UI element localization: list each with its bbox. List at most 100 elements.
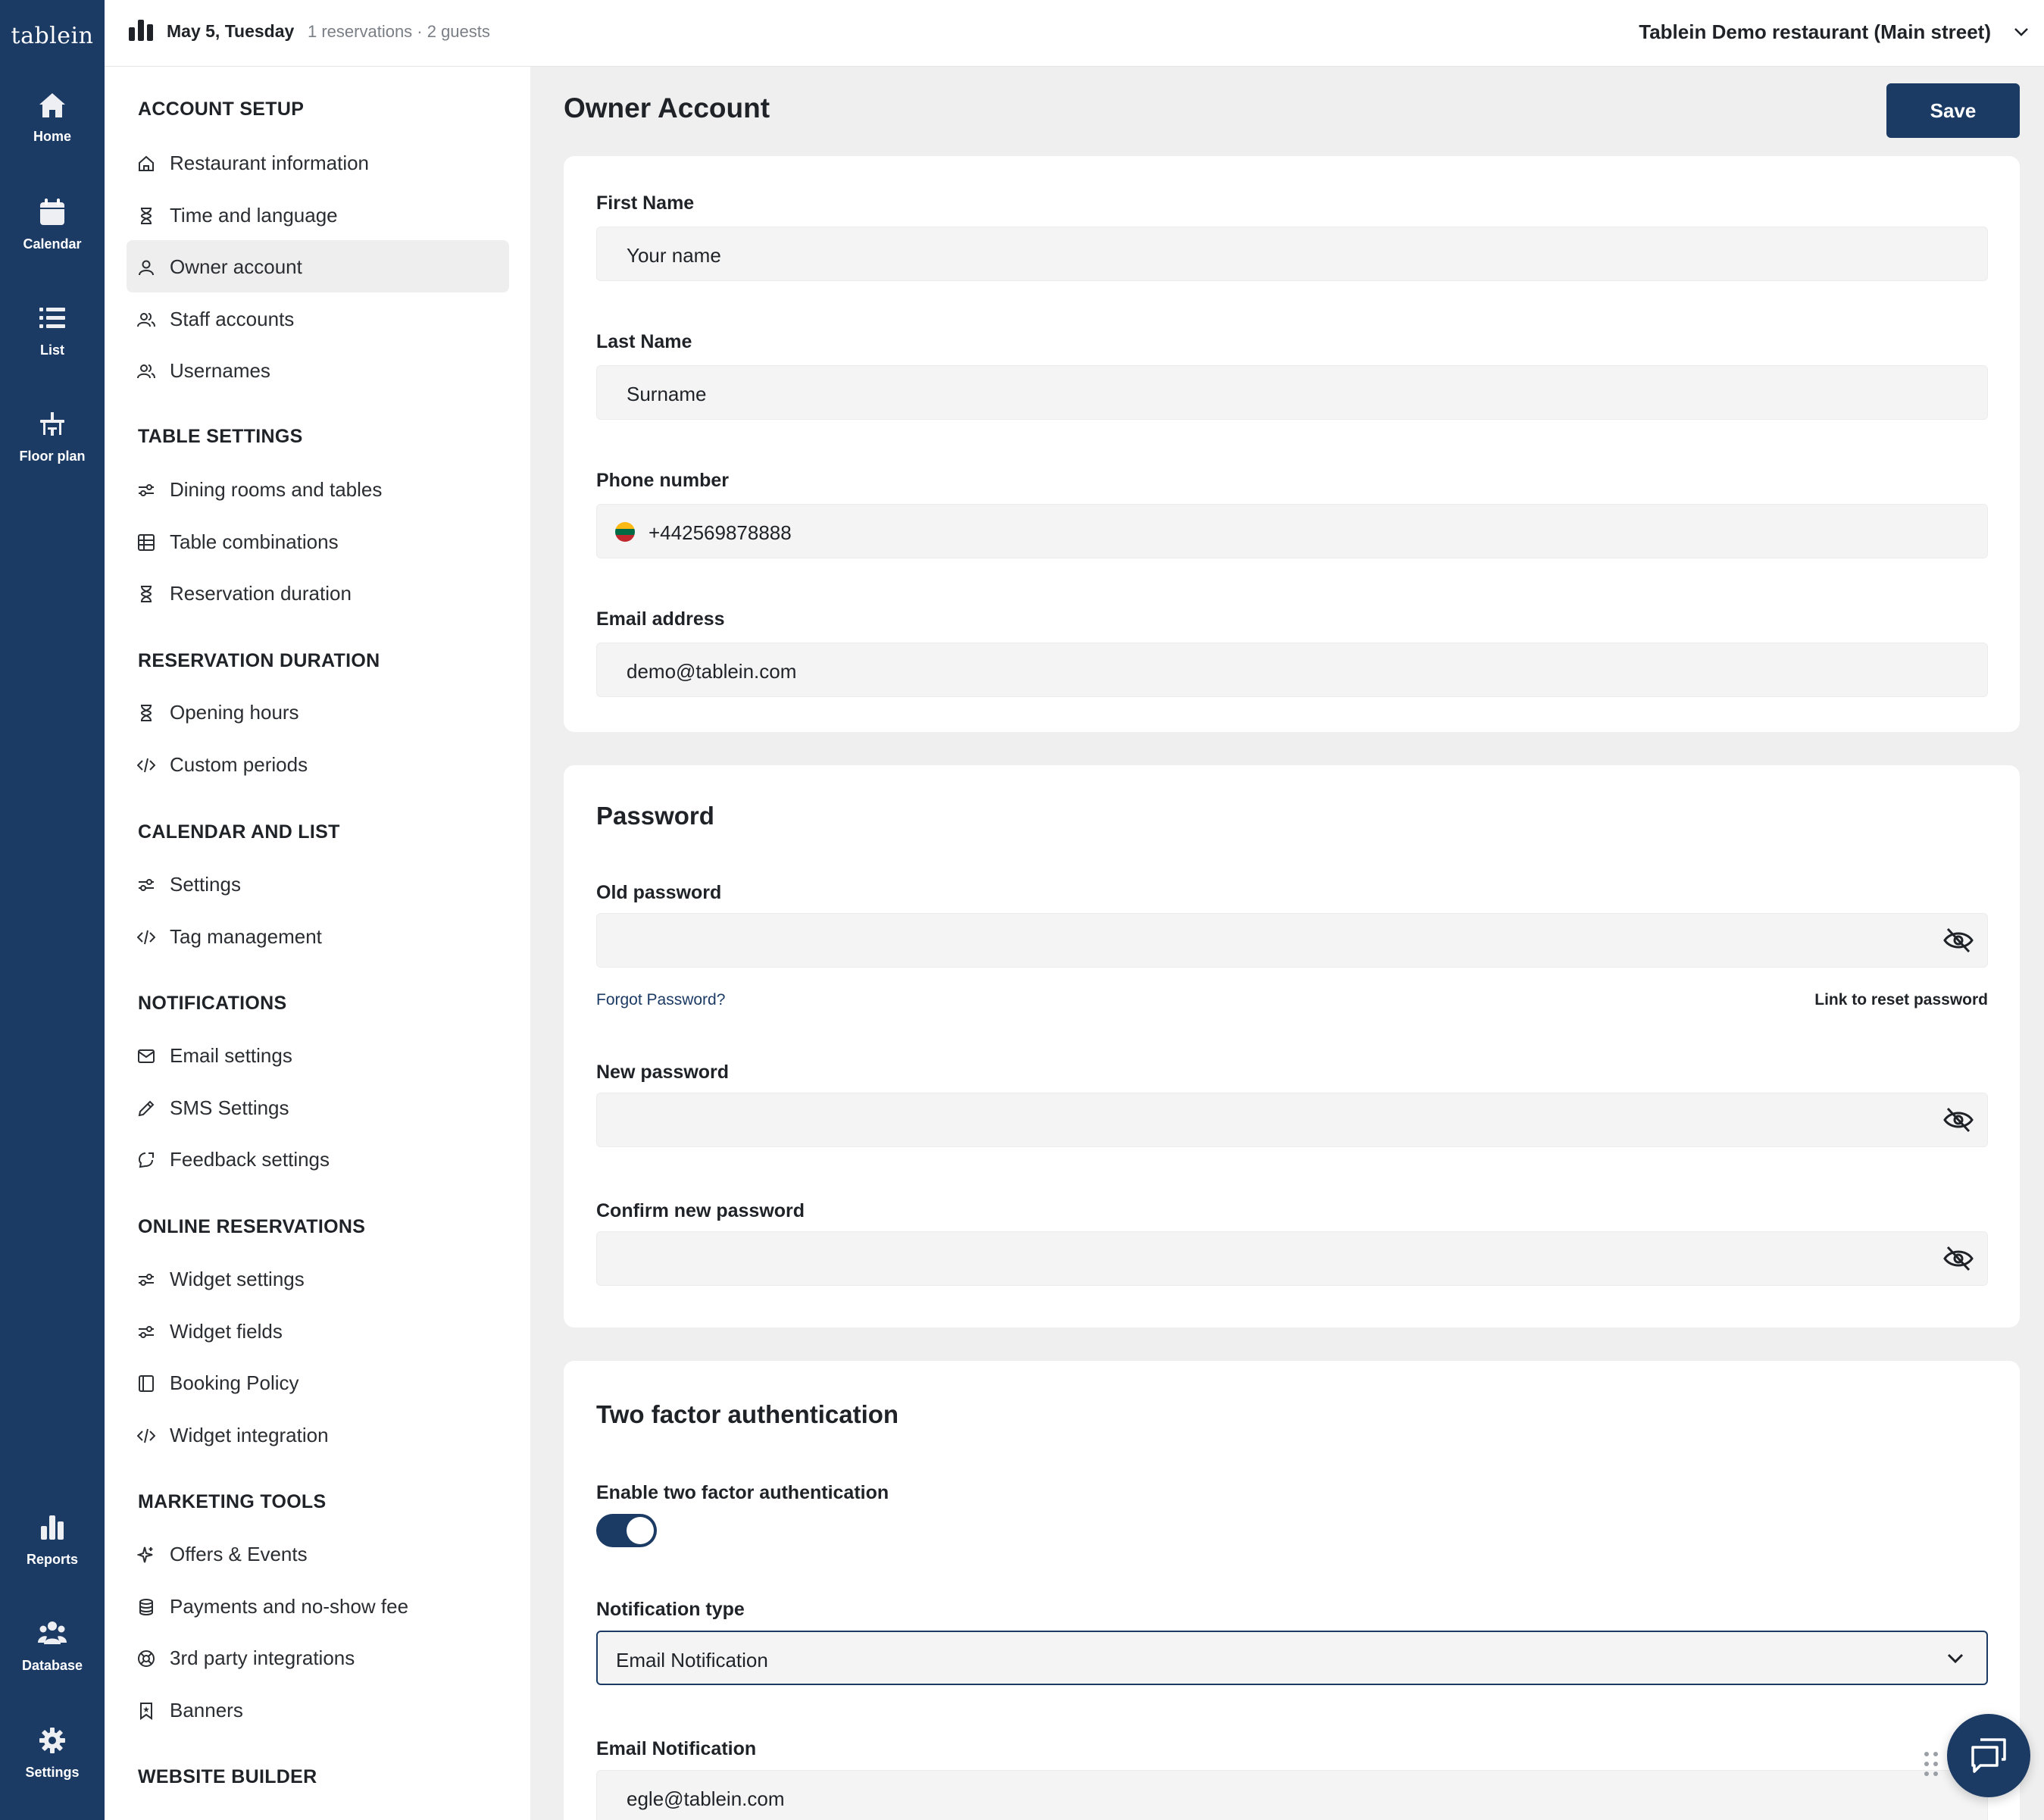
rail-reports[interactable]: Reports [0,1512,105,1588]
rail-home[interactable]: Home [0,91,105,167]
nav-tag-management[interactable]: Tag management [127,910,509,962]
feedback-icon [138,1152,154,1168]
settings-nav: ACCOUNT SETUP Restaurant information Tim… [105,67,530,1820]
home-icon [39,93,65,117]
nav-item-label: Offers & Events [170,1543,308,1565]
nav-booking-policy[interactable]: Booking Policy [127,1356,509,1409]
pencil-icon [138,1100,155,1117]
chat-button[interactable] [1947,1714,2030,1797]
drag-handle-icon[interactable] [1923,1750,1939,1778]
reservation-summary: 1 reservations · 2 guests [308,22,490,41]
nav-restaurant-information[interactable]: Restaurant information [127,136,509,189]
top-bar: May 5, Tuesday 1 reservations · 2 guests… [105,0,2044,67]
nav-item-label: Widget fields [170,1320,283,1343]
nav-item-label: Payments and no-show fee [170,1595,409,1618]
nav-item-label: Time and language [170,204,338,227]
chevron-down-icon [1947,1653,1964,1664]
rail-settings[interactable]: Settings [0,1725,105,1801]
new-password-input[interactable] [596,1093,1988,1147]
nav-banners[interactable]: Banners [127,1684,509,1736]
nav-item-label: SMS Settings [170,1096,289,1119]
nav-owner-account[interactable]: Owner account [127,240,509,292]
rail-database[interactable]: Database [0,1618,105,1694]
nav-section-title: MARKETING TOOLS [138,1491,327,1512]
nav-item-label: Tag management [170,925,322,948]
coins-icon [139,1599,153,1615]
user-icon [139,260,154,276]
nav-table-combinations[interactable]: Table combinations [127,515,509,568]
restaurant-selector[interactable]: Tablein Demo restaurant (Main street) [1639,20,1991,44]
lithuania-flag-icon[interactable] [615,522,635,542]
email-notification-field[interactable]: egle@tablein.com [596,1770,1988,1820]
rail-list-label: List [39,342,64,358]
first-name-field[interactable]: Your name [596,227,1988,281]
book-icon [139,1375,154,1392]
nav-item-label: Banners [170,1699,243,1721]
rail-floor-plan[interactable]: Floor plan [0,409,105,485]
calendar-icon [40,199,64,225]
nav-widget-settings[interactable]: Widget settings [127,1252,509,1305]
email-notification-label: Email Notification [596,1738,757,1759]
hourglass-icon [140,586,152,602]
confirm-password-input[interactable] [596,1231,1988,1286]
reset-password-hint[interactable]: Link to reset password [1814,991,1988,1009]
nav-payments[interactable]: Payments and no-show fee [127,1580,509,1632]
chevron-down-icon[interactable] [2012,24,2030,39]
old-password-label: Old password [596,882,722,903]
nav-item-label: Widget settings [170,1268,305,1290]
enable-2fa-toggle[interactable] [596,1514,657,1547]
reservation-stats-icon[interactable] [127,18,155,42]
nav-section-title: NOTIFICATIONS [138,993,287,1014]
last-name-value: Surname [627,383,707,405]
two-factor-card: Two factor authentication Enable two fac… [564,1361,2020,1820]
email-value: demo@tablein.com [627,660,797,683]
nav-custom-periods[interactable]: Custom periods [127,738,509,790]
email-field[interactable]: demo@tablein.com [596,643,1988,697]
nav-widget-fields[interactable]: Widget fields [127,1305,509,1357]
users-icon [137,313,155,327]
last-name-field[interactable]: Surname [596,365,1988,420]
save-button[interactable]: Save [1886,83,2020,138]
rail-calendar[interactable]: Calendar [0,197,105,273]
phone-field[interactable]: +442569878888 [596,504,1988,558]
nav-usernames[interactable]: Usernames [127,344,509,396]
table-grid-icon [138,534,155,551]
nav-dining-rooms[interactable]: Dining rooms and tables [127,463,509,515]
nav-item-label: 3rd party integrations [170,1646,355,1669]
nav-item-label: Email settings [170,1044,292,1067]
notification-type-select[interactable]: Email Notification [596,1631,1988,1685]
current-date[interactable]: May 5, Tuesday [167,21,294,42]
main-content: Owner Account Save First Name Your name … [530,67,2044,1820]
nav-offers-events[interactable]: Offers & Events [127,1528,509,1580]
tablein-logo[interactable]: tablein [0,23,105,49]
gear-icon [39,1728,65,1753]
nav-feedback-settings[interactable]: Feedback settings [127,1133,509,1185]
nav-section-title: RESERVATION DURATION [138,650,380,671]
nav-reservation-duration[interactable]: Reservation duration [127,567,509,619]
nav-section-title: ONLINE RESERVATIONS [138,1216,366,1237]
old-password-input[interactable] [596,913,1988,968]
nav-widget-integration[interactable]: Widget integration [127,1409,509,1461]
nav-item-label: Feedback settings [170,1148,330,1171]
sparkle-icon [137,1546,153,1563]
forgot-password-link[interactable]: Forgot Password? [596,991,725,1009]
rail-reports-label: Reports [26,1552,78,1567]
database-icon [38,1621,67,1644]
nav-sms-settings[interactable]: SMS Settings [127,1081,509,1134]
list-icon [39,308,65,328]
eye-slash-icon[interactable] [1943,927,1974,953]
nav-opening-hours[interactable]: Opening hours [127,686,509,738]
nav-3rd-party-integrations[interactable]: 3rd party integrations [127,1631,509,1684]
rail-calendar-label: Calendar [23,236,82,252]
nav-time-and-language[interactable]: Time and language [127,189,509,241]
eye-slash-icon[interactable] [1943,1246,1974,1271]
nav-staff-accounts[interactable]: Staff accounts [127,292,509,345]
reports-icon [41,1515,64,1540]
hourglass-icon [140,208,152,224]
eye-slash-icon[interactable] [1943,1107,1974,1133]
bookmark-icon [140,1703,152,1720]
nav-email-settings[interactable]: Email settings [127,1029,509,1081]
nav-calendar-settings[interactable]: Settings [127,858,509,910]
nav-item-label: Reservation duration [170,582,352,605]
rail-list[interactable]: List [0,303,105,379]
